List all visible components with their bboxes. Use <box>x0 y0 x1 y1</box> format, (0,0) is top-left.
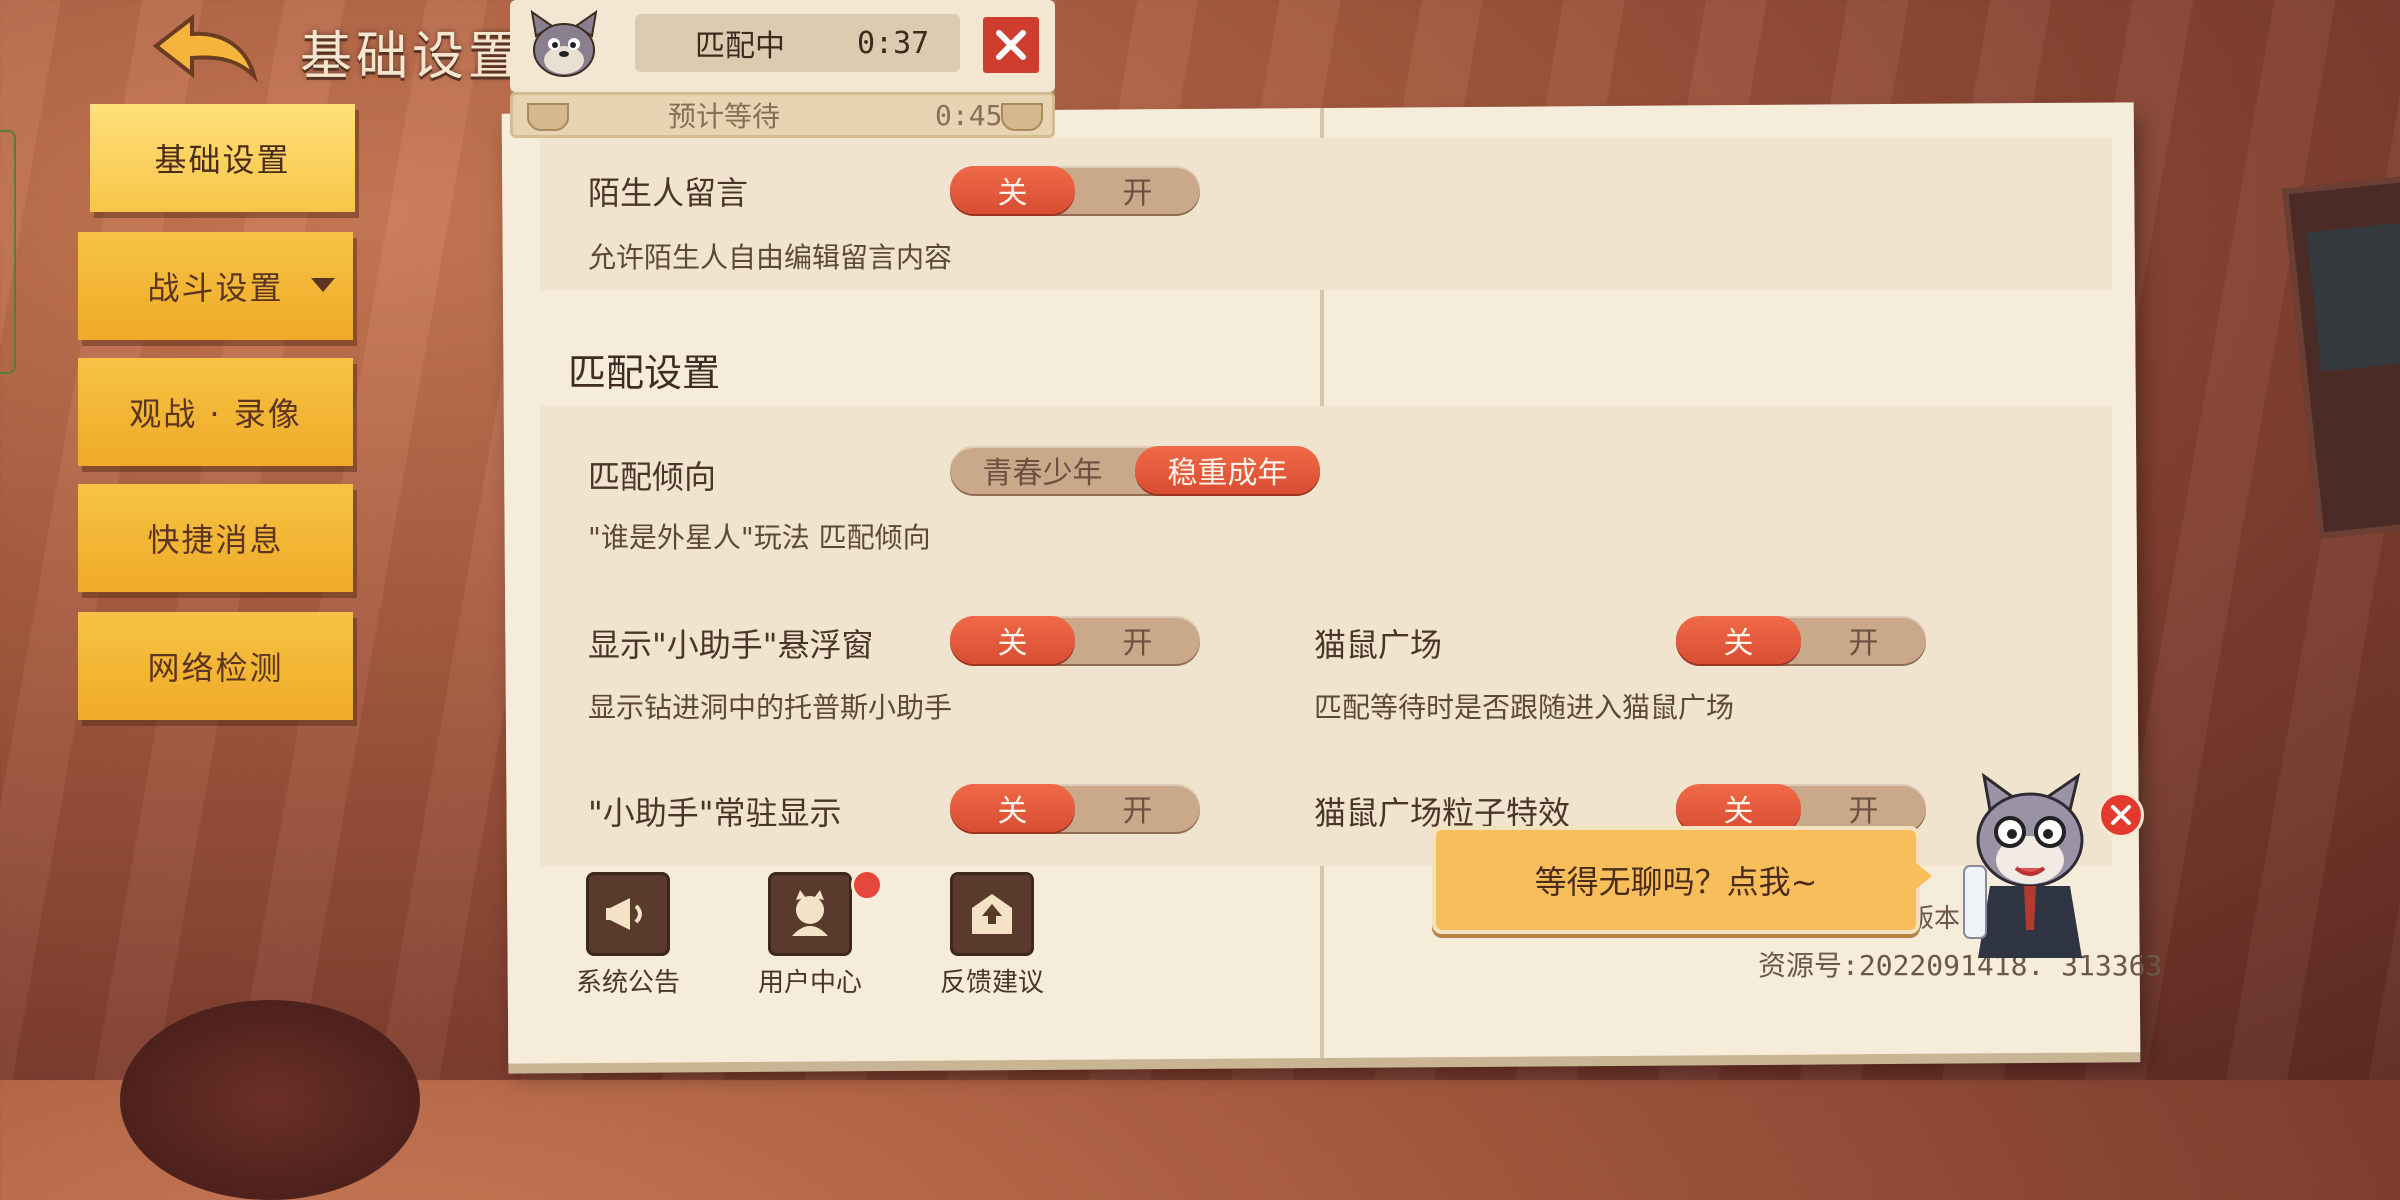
caret-down-icon <box>311 278 335 292</box>
setting-label: "小助手"常驻显示 <box>588 794 842 832</box>
setting-label: 匹配倾向 <box>588 458 717 496</box>
matchmaking-box: 匹配中 0:37 <box>510 0 1055 92</box>
setting-desc: "谁是外星人"玩法 匹配倾向 <box>588 521 931 554</box>
coffee-cup-icon <box>527 103 569 131</box>
user-center-icon <box>768 869 883 956</box>
setting-label: 显示"小助手"悬浮窗 <box>588 626 874 664</box>
toggle-off-option[interactable]: 关 <box>950 616 1075 664</box>
stranger-message-toggle[interactable]: 关 开 <box>950 166 1200 214</box>
sidebar-item-label: 战斗设置 <box>147 269 284 307</box>
toggle-off-option[interactable]: 关 <box>1676 784 1801 832</box>
toolbar-label: 系统公告 <box>575 968 680 998</box>
toolbar-feedback[interactable]: 反馈建议 <box>922 872 1062 999</box>
match-status-text: 匹配中 <box>695 29 785 64</box>
estimate-time: 0:45 <box>935 98 1003 132</box>
toggle-off-option[interactable]: 关 <box>950 166 1075 214</box>
sidebar-item-label: 网络检测 <box>147 649 284 687</box>
plaza-particles-toggle[interactable]: 关 开 <box>1676 784 1926 832</box>
setting-desc: 匹配等待时是否跟随进入猫鼠广场 <box>1314 691 1735 724</box>
notification-badge <box>851 869 883 901</box>
page-title: 基础设置 <box>300 27 525 87</box>
helper-float-toggle[interactable]: 关 开 <box>950 616 1200 664</box>
megaphone-icon <box>586 872 670 956</box>
section-title-match: 匹配设置 <box>568 351 721 395</box>
toggle-on-option[interactable]: 开 <box>1075 784 1200 832</box>
stool-decoration <box>120 1000 420 1200</box>
back-arrow-icon <box>152 13 258 83</box>
sidebar-item-basic-settings[interactable]: 基础设置 <box>90 104 355 212</box>
estimate-label: 预计等待 <box>668 100 781 133</box>
setting-desc: 允许陌生人自由编辑留言内容 <box>588 241 953 274</box>
sidebar-item-spectate-replay[interactable]: 观战 · 录像 <box>78 358 353 466</box>
helper-resident-toggle[interactable]: 关 开 <box>950 784 1200 832</box>
toolbar-announcement[interactable]: 系统公告 <box>558 872 698 999</box>
edge-handle[interactable] <box>0 130 16 374</box>
cat-mouse-plaza-toggle[interactable]: 关 开 <box>1676 616 1926 664</box>
tom-cat-character-icon[interactable] <box>1950 770 2110 960</box>
coffee-cup-icon <box>1001 103 1043 131</box>
match-elapsed-time: 0:37 <box>857 25 930 61</box>
match-preference-toggle[interactable]: 青春少年 稳重成年 <box>950 446 1320 494</box>
match-status-bar: 匹配中 0:37 <box>635 14 960 72</box>
toolbar-label: 用户中心 <box>757 968 862 998</box>
close-icon <box>996 30 1026 60</box>
setting-label: 陌生人留言 <box>588 174 749 212</box>
option-mature[interactable]: 稳重成年 <box>1135 446 1320 494</box>
toggle-on-option[interactable]: 开 <box>1801 616 1926 664</box>
toolbar-user-center[interactable]: 用户中心 <box>740 869 883 999</box>
popup-text: 等得无聊吗？点我~ <box>1534 863 1818 901</box>
bubble-tail <box>1910 858 1932 894</box>
toggle-on-option[interactable]: 开 <box>1075 166 1200 214</box>
cancel-match-button[interactable] <box>980 14 1042 76</box>
back-button[interactable] <box>150 10 260 90</box>
setting-label: 猫鼠广场 <box>1314 626 1443 664</box>
toggle-off-option[interactable]: 关 <box>1676 616 1801 664</box>
close-popup-button[interactable] <box>2098 792 2144 838</box>
sidebar-item-label: 基础设置 <box>154 141 291 179</box>
bored-popup-button[interactable]: 等得无聊吗？点我~ <box>1432 826 1920 934</box>
toolbar-label: 反馈建议 <box>939 968 1044 998</box>
close-icon <box>2111 805 2131 825</box>
feedback-icon <box>950 872 1034 956</box>
setting-desc: 显示钻进洞中的托普斯小助手 <box>588 691 953 724</box>
sidebar-item-quick-messages[interactable]: 快捷消息 <box>78 484 353 592</box>
sidebar-item-label: 快捷消息 <box>147 521 284 559</box>
tom-cat-icon <box>524 6 604 86</box>
sidebar-item-label: 观战 · 录像 <box>129 395 302 433</box>
toggle-off-option[interactable]: 关 <box>950 784 1075 832</box>
sidebar-item-battle-settings[interactable]: 战斗设置 <box>78 232 353 340</box>
option-youth[interactable]: 青春少年 <box>950 446 1135 494</box>
sidebar-item-network-check[interactable]: 网络检测 <box>78 612 353 720</box>
toggle-on-option[interactable]: 开 <box>1075 616 1200 664</box>
toggle-on-option[interactable]: 开 <box>1801 784 1926 832</box>
estimated-wait-bar: 预计等待 0:45 <box>510 92 1055 138</box>
